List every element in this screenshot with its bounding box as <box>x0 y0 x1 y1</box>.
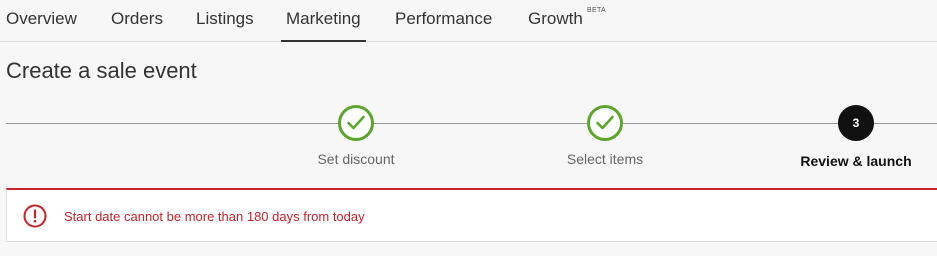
step-number: 3 <box>852 116 860 130</box>
tab-overview[interactable]: Overview <box>6 0 77 42</box>
step-3-indicator: 3 <box>838 105 874 141</box>
tab-performance[interactable]: Performance <box>395 0 492 42</box>
step-1-label: Set discount <box>317 151 395 167</box>
step-2-indicator <box>587 105 623 141</box>
beta-badge: BETA <box>587 7 606 14</box>
step-2-label: Select items <box>566 151 644 167</box>
error-message: Start date cannot be more than 180 days … <box>64 209 365 224</box>
tab-listings[interactable]: Listings <box>196 0 254 42</box>
step-3-label: Review & launch <box>800 153 912 169</box>
tab-orders[interactable]: Orders <box>111 0 163 42</box>
tab-label: Listings <box>196 9 254 28</box>
seller-hub-page: Overview Orders Listings Marketing Perfo… <box>0 0 937 256</box>
check-icon <box>596 115 614 130</box>
alert-circle-icon <box>23 204 47 228</box>
tab-label: Performance <box>395 9 493 28</box>
error-alert: Start date cannot be more than 180 days … <box>6 188 937 242</box>
tab-label: Overview <box>6 9 77 28</box>
tab-label: Growth <box>528 9 583 28</box>
tab-growth[interactable]: Growth BETA <box>528 0 606 42</box>
tab-label: Marketing <box>286 9 361 28</box>
tab-marketing[interactable]: Marketing <box>281 0 366 42</box>
check-icon <box>347 115 365 130</box>
top-tab-nav: Overview Orders Listings Marketing Perfo… <box>0 0 937 42</box>
page-title: Create a sale event <box>6 58 197 83</box>
stepper-line <box>6 123 937 124</box>
step-1-indicator <box>338 105 374 141</box>
tab-label: Orders <box>111 9 163 28</box>
